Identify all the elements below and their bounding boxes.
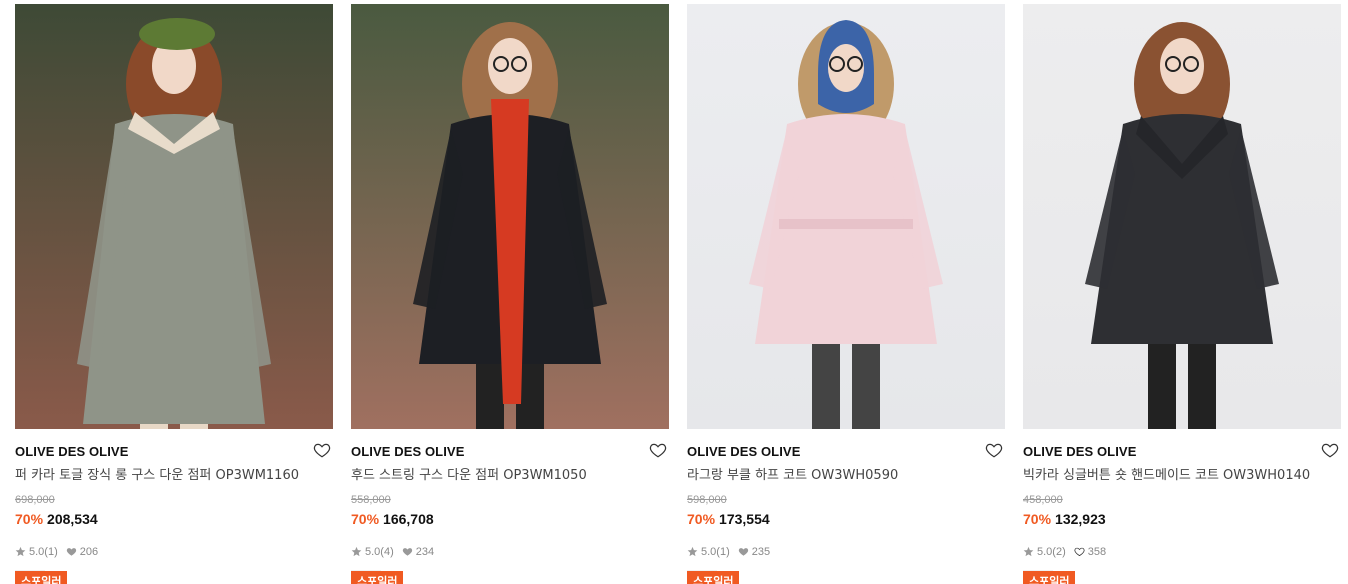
review-count: (1) xyxy=(716,545,730,558)
spoiler-badge: 스포일러 xyxy=(1023,571,1076,584)
discount-rate: 70% xyxy=(15,511,44,527)
heart-count-icon xyxy=(402,548,412,556)
review-meta: 5.0 (1) 235 xyxy=(687,545,1005,558)
product-card[interactable]: 스포일러 OLIVE DES OLIVE 퍼 카라 토글 장식 롱 구스 다운 … xyxy=(15,4,333,584)
like-count: 358 xyxy=(1087,545,1107,558)
spoiler-badge: 스포일러 xyxy=(687,571,740,584)
discount-rate: 70% xyxy=(1023,511,1052,527)
review-count: (1) xyxy=(44,545,58,558)
wishlist-heart-icon[interactable] xyxy=(1321,441,1339,459)
spoiler-badge: 스포일러 xyxy=(15,571,68,584)
heart-count-icon xyxy=(738,548,748,556)
price-row: 70% 132,923 xyxy=(1023,511,1341,528)
product-photo xyxy=(351,4,669,429)
product-name[interactable]: 후드 스트링 구스 다운 점퍼 OP3WM1050 xyxy=(351,468,669,484)
heart-count-icon xyxy=(1074,547,1085,557)
rating: 5.0 xyxy=(701,545,717,558)
original-price: 598,000 xyxy=(687,494,727,506)
sale-price: 166,708 xyxy=(383,511,434,527)
star-icon xyxy=(15,546,26,557)
review-count: (4) xyxy=(380,545,394,558)
wishlist-heart-icon[interactable] xyxy=(985,441,1003,459)
product-image[interactable] xyxy=(351,4,669,429)
wishlist-heart-icon[interactable] xyxy=(313,441,331,459)
review-meta: 5.0 (4) 234 xyxy=(351,545,669,558)
product-name[interactable]: 퍼 카라 토글 장식 롱 구스 다운 점퍼 OP3WM1160 xyxy=(15,468,333,484)
rating: 5.0 xyxy=(1037,545,1053,558)
sale-price: 208,534 xyxy=(47,511,98,527)
sale-price: 132,923 xyxy=(1055,511,1106,527)
like-count: 234 xyxy=(415,545,435,558)
original-price: 558,000 xyxy=(351,494,391,506)
review-meta: 5.0 (1) 206 xyxy=(15,545,333,558)
rating: 5.0 xyxy=(29,545,45,558)
product-name[interactable]: 라그랑 부클 하프 코트 OW3WH0590 xyxy=(687,468,1005,484)
brand-name[interactable]: OLIVE DES OLIVE xyxy=(1023,444,1341,460)
review-count: (2) xyxy=(1052,545,1066,558)
brand-name[interactable]: OLIVE DES OLIVE xyxy=(351,444,669,460)
star-icon xyxy=(351,546,362,557)
wishlist-heart-icon[interactable] xyxy=(649,441,667,459)
price-row: 70% 166,708 xyxy=(351,511,669,528)
product-photo xyxy=(15,4,333,429)
brand-name[interactable]: OLIVE DES OLIVE xyxy=(15,444,333,460)
product-photo xyxy=(687,4,1005,429)
discount-rate: 70% xyxy=(351,511,380,527)
product-grid: 스포일러 OLIVE DES OLIVE 퍼 카라 토글 장식 롱 구스 다운 … xyxy=(0,0,1348,584)
star-icon xyxy=(687,546,698,557)
discount-rate: 70% xyxy=(687,511,716,527)
brand-name[interactable]: OLIVE DES OLIVE xyxy=(687,444,1005,460)
star-icon xyxy=(1023,546,1034,557)
price-row: 70% 173,554 xyxy=(687,511,1005,528)
review-meta: 5.0 (2) 358 xyxy=(1023,545,1341,558)
product-name[interactable]: 빅카라 싱글버튼 숏 핸드메이드 코트 OW3WH0140 xyxy=(1023,468,1341,484)
original-price: 698,000 xyxy=(15,494,55,506)
product-card[interactable]: 스포일러 OLIVE DES OLIVE 라그랑 부클 하프 코트 OW3WH0… xyxy=(687,4,1005,584)
like-count: 235 xyxy=(751,545,771,558)
product-image[interactable] xyxy=(15,4,333,429)
product-card[interactable]: 스포일러 OLIVE DES OLIVE 후드 스트링 구스 다운 점퍼 OP3… xyxy=(351,4,669,584)
rating: 5.0 xyxy=(365,545,381,558)
original-price: 458,000 xyxy=(1023,494,1063,506)
product-card[interactable]: 스포일러 OLIVE DES OLIVE 빅카라 싱글버튼 숏 핸드메이드 코트… xyxy=(1023,4,1341,584)
product-photo xyxy=(1023,4,1341,429)
price-row: 70% 208,534 xyxy=(15,511,333,528)
like-count: 206 xyxy=(79,545,99,558)
sale-price: 173,554 xyxy=(719,511,770,527)
heart-count-icon xyxy=(66,548,76,556)
spoiler-badge: 스포일러 xyxy=(351,571,404,584)
product-image[interactable] xyxy=(1023,4,1341,429)
product-image[interactable] xyxy=(687,4,1005,429)
